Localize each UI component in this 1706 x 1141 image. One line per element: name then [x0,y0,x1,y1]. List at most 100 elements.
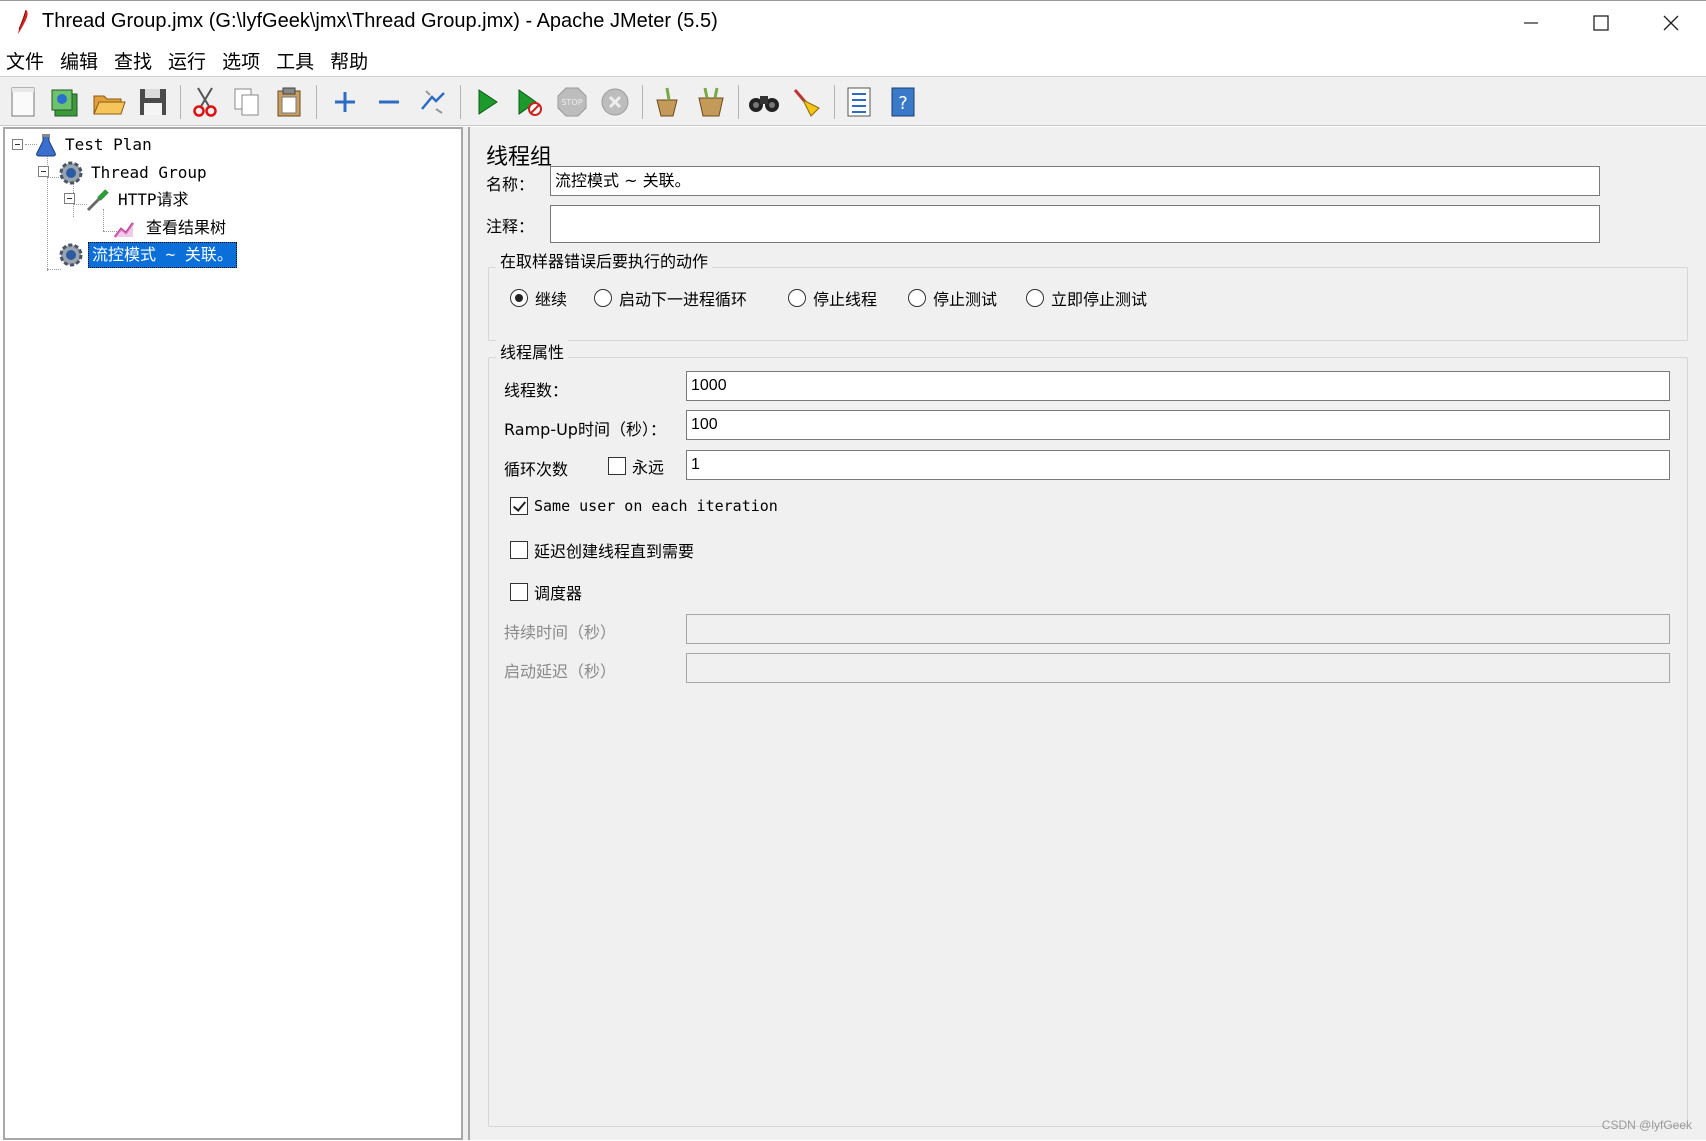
radio-label: 继续 [535,290,568,309]
checkbox-label: 延迟创建线程直到需要 [534,542,695,561]
toolbar-separator [180,85,181,119]
radio-start-next-loop[interactable]: 启动下一进程循环 [594,286,747,310]
threads-field[interactable]: 1000 [686,371,1670,401]
comment-label: 注释： [486,217,535,236]
radio-label: 启动下一进程循环 [619,290,748,309]
checkbox-indicator [510,583,528,601]
shutdown-icon [601,88,629,116]
radio-label: 立即停止测试 [1051,290,1148,309]
tree-collapse-toggle[interactable] [64,193,75,204]
minimize-button[interactable] [1496,1,1566,45]
shutdown-button[interactable] [596,83,634,121]
menu-edit[interactable]: 编辑 [58,47,100,74]
svg-text:STOP: STOP [561,98,582,107]
maximize-icon [1593,15,1609,31]
save-button[interactable] [134,83,172,121]
checkbox-indicator [510,497,528,515]
toolbar-separator [642,85,643,119]
svg-text:?: ? [898,93,908,114]
tree-node-thread-group-selected[interactable]: 流控模式 ~ 关联。 [58,242,237,268]
menu-options[interactable]: 选项 [220,47,262,74]
loop-forever-checkbox[interactable]: 永远 [608,454,664,478]
window-title: Thread Group.jmx (G:\lyfGeek\jmx\Thread … [42,10,718,32]
open-button[interactable] [90,83,128,121]
radio-stop-test-now[interactable]: 立即停止测试 [1026,286,1147,310]
error-action-title: 在取样器错误后要执行的动作 [496,248,713,272]
cut-button[interactable] [186,83,224,121]
tree-node-thread-group[interactable]: Thread Group [58,160,210,186]
save-icon [140,89,166,115]
toggle-icon [421,90,445,114]
paste-button[interactable] [270,83,308,121]
checkbox-indicator [510,541,528,559]
loop-count-field[interactable]: 1 [686,450,1670,480]
tree-node-http-request[interactable]: HTTP请求 [85,187,192,213]
panel-title: 线程组 [486,145,553,170]
gear-icon [59,161,83,185]
collapse-all-button[interactable] [370,83,408,121]
radio-stop-test[interactable]: 停止测试 [908,286,997,310]
menu-tools[interactable]: 工具 [274,47,316,74]
startup-delay-field[interactable] [686,653,1670,683]
clear-button[interactable] [648,83,686,121]
search-button[interactable] [745,83,783,121]
stop-button[interactable]: STOP [553,83,591,121]
new-button[interactable] [4,83,42,121]
toolbar-separator [316,85,317,119]
rampup-field[interactable]: 100 [686,410,1670,440]
start-button[interactable] [468,83,506,121]
radio-continue[interactable]: 继续 [510,286,567,310]
menu-bar: 文件 编辑 查找 运行 选项 工具 帮助 [0,44,1706,76]
open-icon [93,95,126,115]
menu-file[interactable]: 文件 [4,47,46,74]
test-plan-tree[interactable]: Test Plan Thread Group HTTP请求 查看结果树 流控模式… [3,127,463,1140]
rampup-label: Ramp-Up时间（秒）： [504,420,666,439]
tree-collapse-toggle[interactable] [38,166,49,177]
help-button[interactable]: ? [884,83,922,121]
name-field[interactable]: 流控模式 ~ 关联。 [550,166,1600,196]
flask-icon [36,134,56,157]
close-button[interactable] [1636,1,1706,45]
toolbar-separator [738,85,739,119]
function-helper-icon [847,87,871,117]
same-user-checkbox[interactable]: Same user on each iteration [510,497,778,515]
jmeter-feather-icon [18,9,28,34]
radio-stop-thread[interactable]: 停止线程 [788,286,877,310]
radio-indicator [594,289,612,307]
tree-collapse-toggle[interactable] [12,139,23,150]
paste-icon [277,87,301,117]
function-helper-button[interactable] [840,83,878,121]
stop-icon: STOP [557,87,587,117]
maximize-button[interactable] [1566,1,1636,45]
startup-delay-label: 启动延迟（秒） [504,662,617,681]
tree-node-view-results-tree[interactable]: 查看结果树 [113,215,229,241]
expand-icon [335,92,355,112]
menu-search[interactable]: 查找 [112,47,154,74]
tree-node-label: Thread Group [91,163,207,182]
cut-icon [193,87,217,117]
start-no-pauses-button[interactable] [510,83,548,121]
gear-icon [59,243,83,267]
toggle-button[interactable] [414,83,452,121]
checkbox-label: Same user on each iteration [534,497,778,515]
close-icon [1663,15,1679,31]
menu-help[interactable]: 帮助 [328,47,370,74]
pipette-icon [86,189,109,212]
graph-icon [114,222,135,238]
duration-field[interactable] [686,614,1670,644]
scheduler-checkbox[interactable]: 调度器 [510,580,582,604]
radio-indicator [908,289,926,307]
expand-all-button[interactable] [326,83,364,121]
delay-thread-creation-checkbox[interactable]: 延迟创建线程直到需要 [510,538,694,562]
copy-button[interactable] [228,83,266,121]
tree-connector [47,269,61,270]
templates-button[interactable] [46,83,84,121]
toolbar: STOP ? [0,76,1706,126]
clear-all-button[interactable] [692,83,730,121]
tree-node-label: 查看结果树 [146,218,227,237]
clear-icon [656,87,678,117]
comment-field[interactable] [550,205,1600,243]
tree-node-test-plan[interactable]: Test Plan [35,132,155,158]
menu-run[interactable]: 运行 [166,47,208,74]
reset-search-button[interactable] [788,83,826,121]
